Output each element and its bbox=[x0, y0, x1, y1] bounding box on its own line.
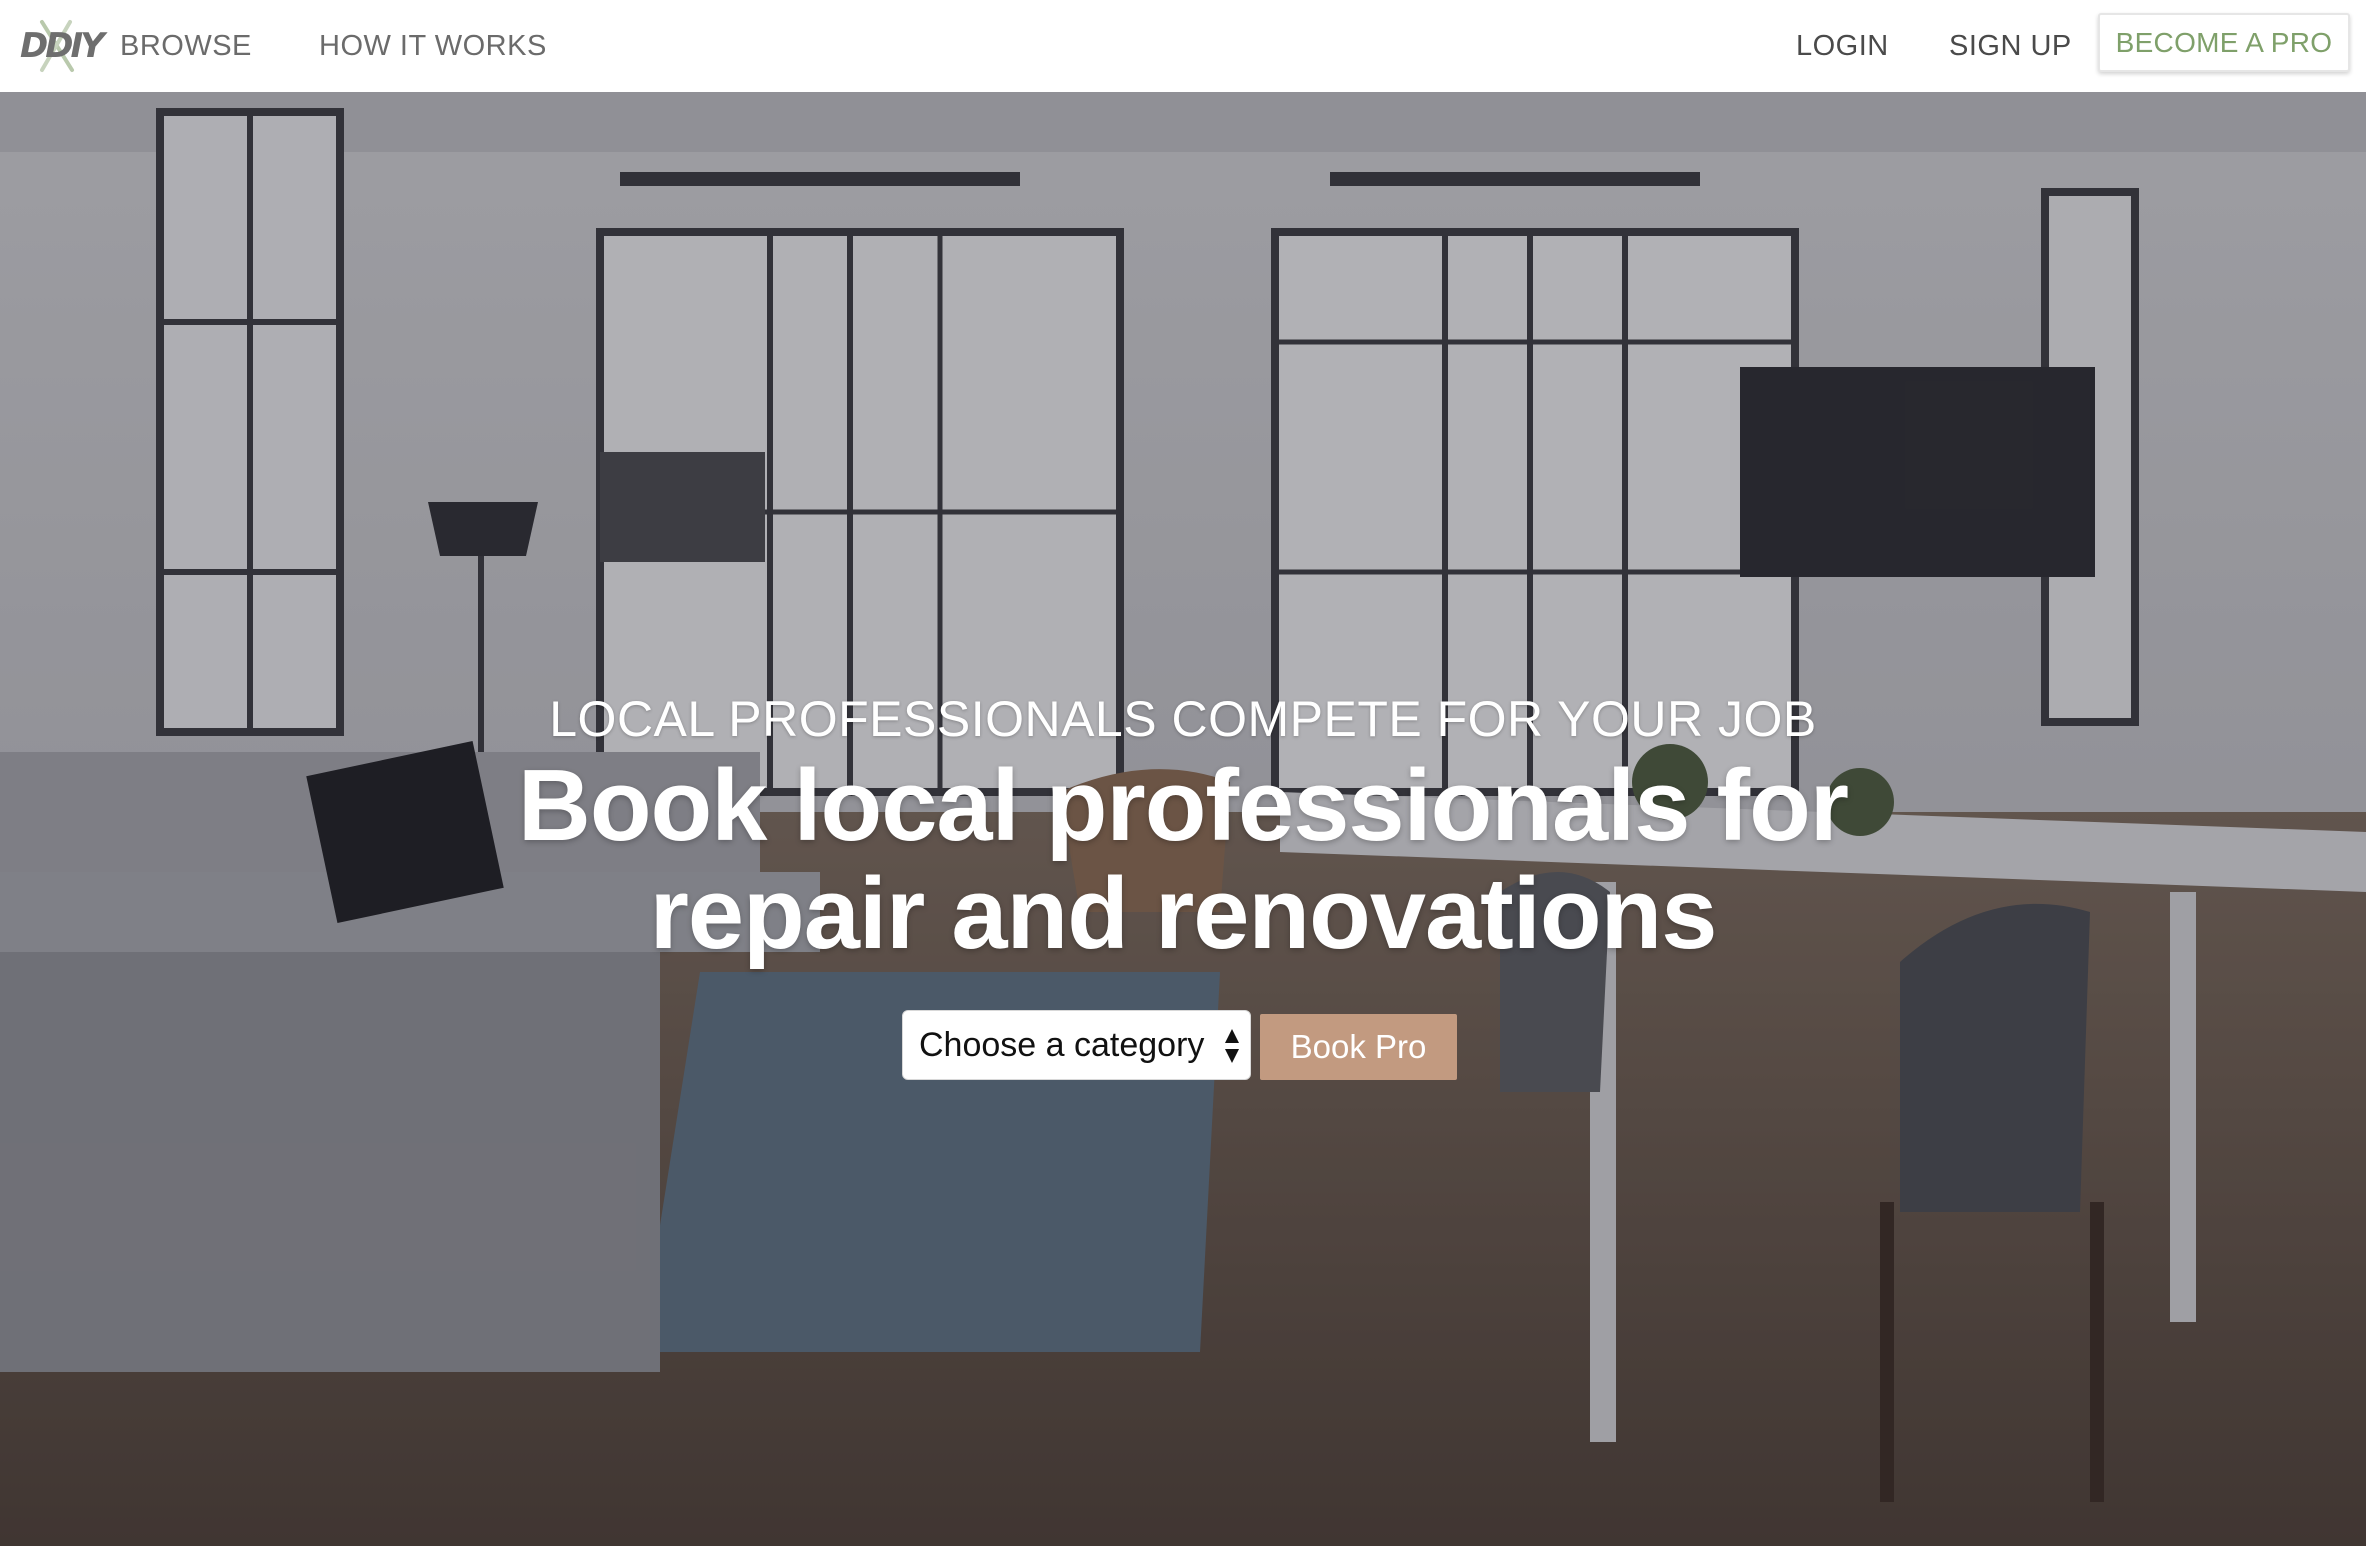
logo-text: DDIY bbox=[20, 26, 105, 66]
category-select-value: Choose a category bbox=[919, 1025, 1205, 1064]
hero-title-line-1: Book local professionals for bbox=[517, 750, 1849, 862]
nav-how-it-works-link[interactable]: HOW IT WORKS bbox=[319, 0, 547, 92]
book-pro-button[interactable]: Book Pro bbox=[1260, 1014, 1457, 1080]
ddiy-logo[interactable]: DDIY bbox=[20, 16, 105, 76]
become-a-pro-button[interactable]: BECOME A PRO bbox=[2098, 13, 2350, 72]
category-select[interactable]: Choose a category bbox=[902, 1010, 1251, 1080]
nav-sign-up-link[interactable]: SIGN UP bbox=[1949, 0, 2072, 92]
select-up-down-icon bbox=[1225, 1029, 1239, 1063]
hero-eyebrow-text: LOCAL PROFESSIONALS COMPETE FOR YOUR JOB bbox=[549, 691, 1817, 747]
hero-title-line-2: repair and renovations bbox=[649, 858, 1718, 970]
hero-title: Book local professionals for repair and … bbox=[0, 752, 2366, 968]
hero-section: LOCAL PROFESSIONALS COMPETE FOR YOUR JOB… bbox=[0, 92, 2366, 1546]
top-navbar: DDIY BROWSE HOW IT WORKS LOGIN SIGN UP B… bbox=[0, 0, 2366, 92]
nav-browse-link[interactable]: BROWSE bbox=[120, 0, 252, 92]
nav-login-link[interactable]: LOGIN bbox=[1796, 0, 1889, 92]
